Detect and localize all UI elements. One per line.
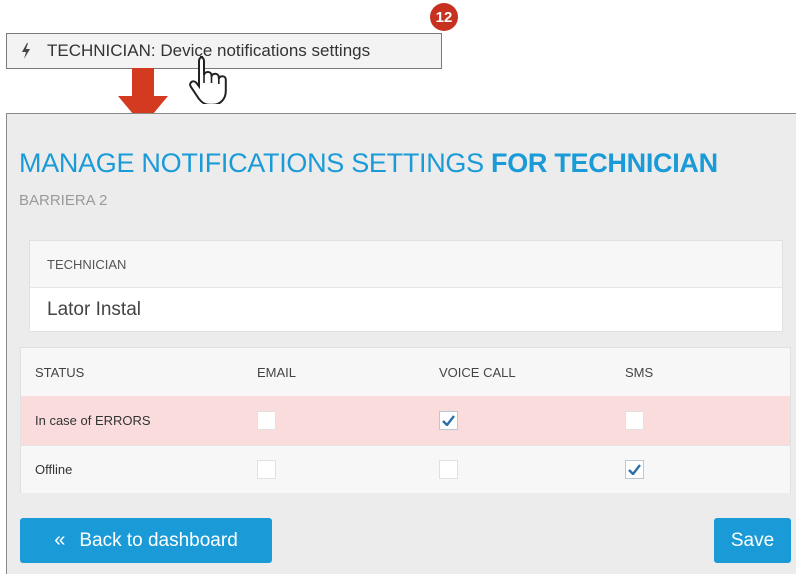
voice-call-checkbox[interactable] [439, 411, 458, 430]
step-badge: 12 [430, 3, 458, 31]
save-button[interactable]: Save [714, 518, 791, 563]
voice-call-checkbox[interactable] [439, 460, 458, 479]
device-name: BARRIERA 2 [19, 192, 108, 209]
checkmark-icon [442, 415, 455, 426]
status-label: Offline [35, 462, 73, 477]
table-header-row: STATUS EMAIL VOICE CALL SMS [21, 348, 790, 397]
technician-header: TECHNICIAN [30, 241, 782, 288]
column-header-voice-call: VOICE CALL [439, 364, 516, 380]
page-title: MANAGE NOTIFICATIONS SETTINGS FOR TECHNI… [19, 148, 718, 178]
sms-checkbox[interactable] [625, 411, 644, 430]
notifications-settings-panel: MANAGE NOTIFICATIONS SETTINGS FOR TECHNI… [6, 113, 796, 574]
table-row: Offline [21, 445, 790, 493]
email-checkbox[interactable] [257, 460, 276, 479]
double-chevron-left-icon: « [54, 529, 66, 551]
table-row: In case of ERRORS [21, 396, 790, 445]
back-to-dashboard-button[interactable]: « Back to dashboard [20, 518, 272, 563]
status-label: In case of ERRORS [35, 413, 151, 428]
column-header-sms: SMS [625, 364, 654, 380]
notifications-table: STATUS EMAIL VOICE CALL SMS In case of E… [20, 347, 791, 493]
sms-checkbox[interactable] [625, 460, 644, 479]
technician-name: Lator Instal [47, 299, 141, 320]
checkmark-icon [628, 464, 641, 475]
back-button-label: Back to dashboard [79, 529, 238, 551]
technician-card: TECHNICIAN Lator Instal [29, 240, 783, 332]
column-header-email: EMAIL [257, 364, 297, 380]
column-header-status: STATUS [35, 364, 85, 380]
bolt-icon [21, 43, 35, 59]
hand-cursor-icon [189, 56, 227, 104]
email-checkbox[interactable] [257, 411, 276, 430]
